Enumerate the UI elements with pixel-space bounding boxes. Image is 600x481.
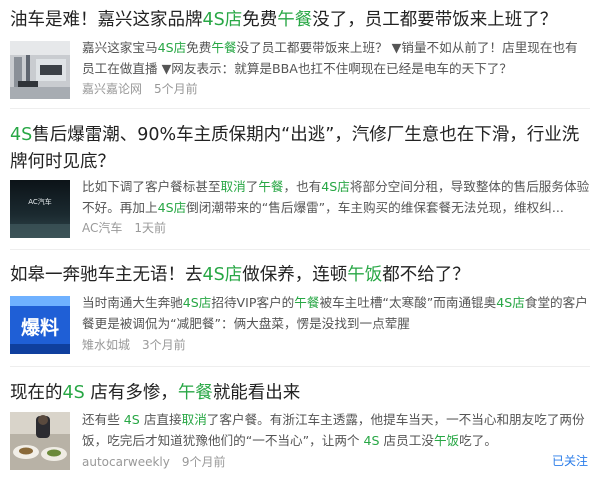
source-name[interactable]: AC汽车 [82,221,122,235]
divider [10,366,590,367]
text-run: 倒闭潮带来的“售后爆雷”，车主购买的维保套餐无法兑现，维权纠... [186,199,564,215]
keyword-highlight: 午饭 [347,265,383,285]
text-run: 当时南通大生奔驰 [82,295,183,310]
article-meta: AC汽车 1天前 [82,220,166,236]
publish-time: 3个月前 [142,338,186,352]
source-name[interactable]: 雉水如城 [82,338,130,352]
keyword-highlight: 4S店 [157,199,187,215]
publish-time: 9个月前 [181,455,226,469]
keyword-highlight: 午餐 [177,383,213,403]
divider [10,108,590,109]
article-meta: 雉水如城 3个月前 [82,337,186,353]
article-thumbnail[interactable] [10,412,70,470]
text-run: 如皋一奔驰车主无语！去 [10,265,203,285]
text-run: 还有些 [82,412,124,427]
publish-time: 5个月前 [154,82,198,96]
text-run: 了 [245,179,259,194]
source-name[interactable]: autocarweekly [82,455,170,469]
text-run: 招待VIP客户的 [211,295,295,310]
meal-photo [10,412,70,470]
source-name[interactable]: 嘉兴嘉论网 [82,82,142,96]
keyword-highlight: 午餐 [258,179,284,194]
news-feed: 油车是难！嘉兴这家品牌4S店免费午餐没了，员工都要带饭来上班了？ 嘉兴这家宝马4… [0,0,600,481]
article-meta: 嘉兴嘉论网 5个月前 [82,81,198,97]
ac-auto-thumbnail: AC汽车 [10,180,70,238]
article-thumbnail[interactable] [10,41,70,99]
text-run: 店有多惨， [84,383,178,403]
keyword-highlight: 4S店 [202,265,243,285]
text-run: 被车主吐槽“太寒酸”而南通锟奥 [319,295,497,310]
followed-button[interactable]: 已关注 [552,452,588,469]
keyword-highlight: 4S [62,383,85,403]
keyword-highlight: 4S [10,125,33,145]
text-run: 没了，员工都要带饭来上班了？ [312,10,558,30]
text-run: 油车是难！嘉兴这家品牌 [10,10,203,30]
text-run: 售后爆雷潮、90%车主质保期内“出逃”，汽修厂生意也在下滑，行业洗牌何时见底？ [10,125,580,172]
publish-time: 1天前 [134,221,167,235]
keyword-highlight: 4S店 [321,179,350,194]
article-meta: autocarweekly 9个月前 [82,454,226,470]
breaking-news-image: 爆料 [10,296,70,354]
keyword-highlight: 取消 [220,179,246,194]
keyword-highlight: 午餐 [211,40,237,55]
article-snippet: 当时南通大生奔驰4S店招待VIP客户的午餐被车主吐槽“太寒酸”而南通锟奥4S店食… [82,293,590,334]
article-snippet: 比如下调了客户餐标甚至取消了午餐，也有4S店将部分空间分租，导致整体的售后服务体… [82,177,590,218]
text-run: 现在的 [10,383,63,403]
text-run: 都不给了？ [382,265,470,285]
thumbnail-caption: 爆料 [21,316,59,339]
article-title[interactable]: 如皋一奔驰车主无语！去4S店做保养，连顿午饭都不给了？ [10,262,590,289]
article-snippet: 还有些 4S 店直接取消了客户餐。有浙江车主透露，他提车当天，一不当心和朋友吃了… [82,410,590,451]
keyword-highlight: 取消 [181,412,207,427]
showroom-image [10,41,70,99]
text-run: 比如下调了客户餐标甚至 [82,179,221,194]
article-title[interactable]: 4S售后爆雷潮、90%车主质保期内“出逃”，汽修厂生意也在下滑，行业洗牌何时见底… [10,122,590,176]
text-run: 吃了。 [459,432,497,448]
text-run: 店员工没 [379,432,434,448]
text-run: 做保养，连顿 [242,265,348,285]
keyword-highlight: 午餐 [277,10,313,30]
article-thumbnail[interactable]: AC汽车 [10,180,70,238]
divider [10,249,590,250]
keyword-highlight: 4S店 [157,40,187,55]
article-title[interactable]: 现在的4S 店有多惨，午餐就能看出来 [10,380,590,407]
article-snippet: 嘉兴这家宝马4S店免费午餐没了员工都要带饭来上班？ ▼销量不如从前了！店里现在也… [82,38,590,79]
article-thumbnail[interactable]: 爆料 [10,296,70,354]
text-run: 店直接 [139,412,182,427]
article-title[interactable]: 油车是难！嘉兴这家品牌4S店免费午餐没了，员工都要带饭来上班了？ [10,7,590,34]
text-run: ，也有 [283,179,322,194]
thumbnail-logo-text: AC汽车 [28,197,52,206]
keyword-highlight: 4S店 [182,295,212,310]
keyword-highlight: 4S店 [202,10,243,30]
keyword-highlight: 4S店 [496,295,525,310]
keyword-highlight: 午餐 [294,295,320,310]
text-run: 免费 [242,10,278,30]
text-run: 就能看出来 [212,383,301,403]
text-run: 嘉兴这家宝马 [82,40,158,55]
keyword-highlight: 4S [123,412,140,427]
keyword-highlight: 午饭 [433,432,460,448]
text-run: 免费 [186,40,212,55]
keyword-highlight: 4S [363,432,380,448]
